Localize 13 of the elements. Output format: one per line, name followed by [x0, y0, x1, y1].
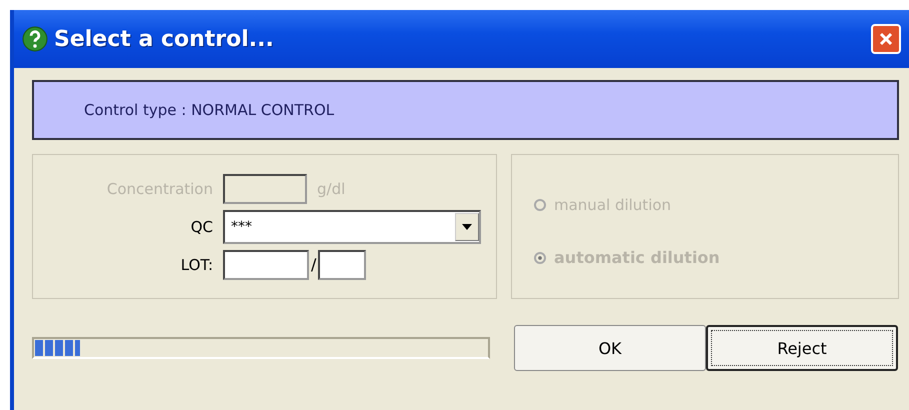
help-icon: [22, 26, 48, 52]
qc-label: QC: [190, 218, 213, 236]
qc-dropdown[interactable]: ***: [223, 210, 481, 244]
lot-label: LOT:: [180, 256, 213, 274]
lot-field[interactable]: [318, 250, 366, 280]
separator-text: /: [311, 255, 316, 274]
close-button[interactable]: [871, 24, 901, 54]
lot-field[interactable]: [223, 250, 309, 280]
reject-button[interactable]: Reject: [706, 325, 898, 371]
ok-button[interactable]: OK: [514, 325, 706, 371]
control-type-text: Control type : NORMAL CONTROL: [84, 101, 334, 119]
caret-icon: [462, 224, 472, 230]
window-title: Select a control...: [54, 26, 275, 52]
